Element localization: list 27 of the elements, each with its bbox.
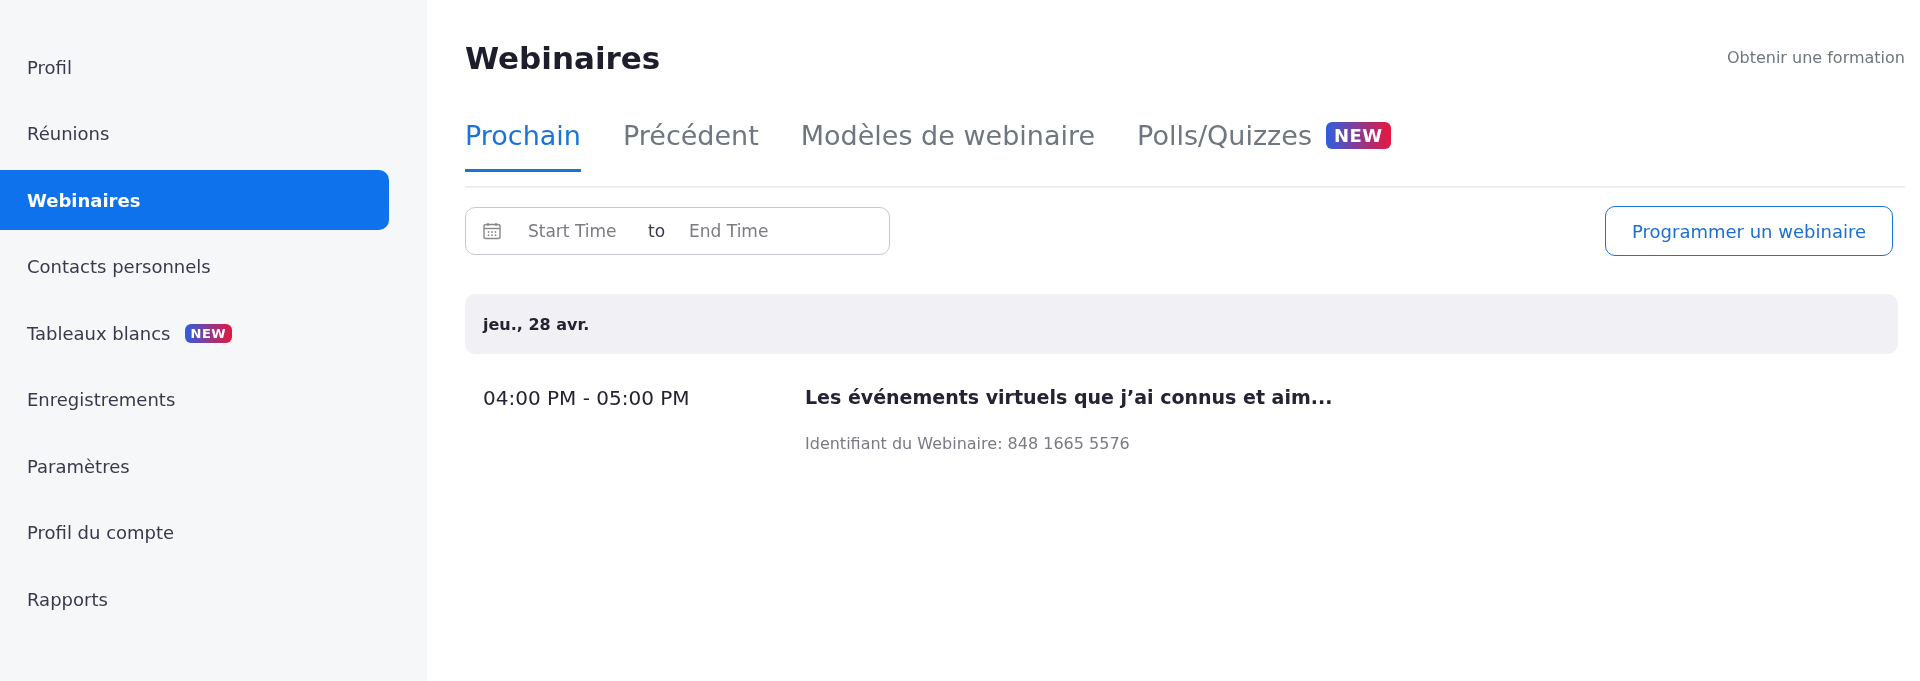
training-link[interactable]: Obtenir une formation [1726, 48, 1905, 67]
sidebar-item[interactable]: Contacts personnels [0, 236, 389, 297]
sidebar-item[interactable]: Rapports [0, 569, 389, 629]
sidebar-item[interactable]: Profil [0, 37, 389, 97]
sidebar-item[interactable]: Paramètres [0, 436, 389, 496]
date-range-field[interactable]: Start Time to End Time [465, 207, 890, 255]
webinar-time: 04:00 PM - 05:00 PM [483, 386, 691, 412]
schedule-webinar-button[interactable]: Programmer un webinaire [1605, 206, 1893, 256]
page-title: Webinaires [465, 39, 661, 76]
tab[interactable]: Polls/Quizzes NEW [1137, 115, 1391, 172]
sidebar-item[interactable]: Profil du compte [0, 502, 389, 563]
date-header: jeu., 28 avr. [465, 294, 1898, 354]
tab[interactable]: Modèles de webinaire [800, 115, 1096, 172]
sidebar-item[interactable]: Réunions [0, 103, 389, 164]
tab[interactable]: Prochain [465, 115, 581, 172]
sidebar-item[interactable]: Enregistrements [0, 369, 389, 430]
webinar-id: Identifiant du Webinaire: 848 1665 5576 [805, 434, 1131, 453]
sidebar-item[interactable]: Tableaux blancs NEW [0, 303, 389, 363]
new-badge: NEW [184, 323, 233, 343]
calendar-icon [482, 221, 502, 241]
new-badge: NEW [1326, 121, 1391, 149]
webinar-title-link[interactable]: Les événements virtuels que j’ai connus et aim... [805, 386, 1333, 408]
end-time-input[interactable]: End Time [687, 220, 804, 242]
tab[interactable]: Précédent [622, 115, 759, 172]
sidebar-item[interactable]: Webinaires [0, 170, 389, 230]
start-time-input[interactable]: Start Time [526, 220, 642, 242]
range-separator: to [648, 221, 666, 241]
